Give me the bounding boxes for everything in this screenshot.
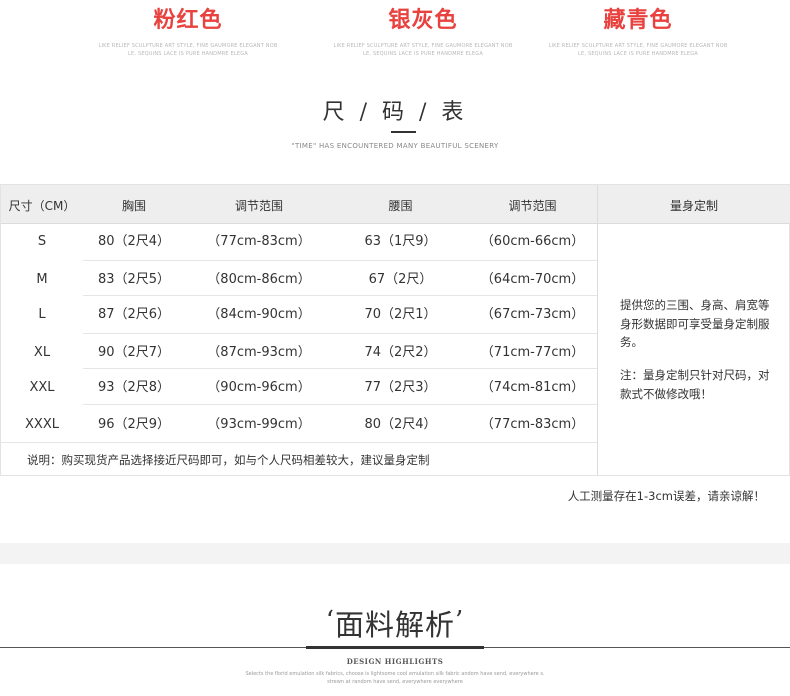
cell-bust: 96（2尺9）	[97, 417, 171, 432]
color-option-navy[interactable]: 藏青色 LIKE RELIEF SCULPTURE ART STYLE, FIN…	[528, 6, 748, 58]
color-caption-line: LIKE RELIEF SCULPTURE ART STYLE, FINE GA…	[98, 43, 278, 49]
cell-bust: 93（2尺8）	[97, 380, 171, 395]
fabric-title: ‘面料解析’	[0, 602, 790, 644]
custom-size-header: 量身定制	[597, 185, 790, 224]
description-line: strewn at random have send, everywhere e…	[327, 679, 463, 685]
size-chart-subtitle: "TIME" HAS ENCOUNTERED MANY BEAUTIFUL SC…	[291, 142, 499, 150]
color-caption-line: LIKE RELIEF SCULPTURE ART STYLE, FINE GA…	[333, 43, 513, 49]
cell-bust-range: （77cm-83cm）	[207, 234, 311, 249]
color-name: 粉红色	[153, 8, 223, 33]
cell-bust: 80（2尺4）	[97, 234, 171, 249]
custom-size-description: 提供您的三围、身高、肩宽等身形数据即可享受量身定制服务。	[620, 298, 770, 349]
custom-size-panel: 提供您的三围、身高、肩宽等身形数据即可享受量身定制服务。 注：量身定制只针对尺码…	[597, 223, 790, 475]
color-option-pink[interactable]: 粉红色 LIKE RELIEF SCULPTURE ART STYLE, FIN…	[78, 6, 298, 58]
custom-size-note: 注：量身定制只针对尺码，对款式不做修改哦！	[620, 368, 770, 401]
cell-waist: 63（1尺9）	[364, 234, 437, 249]
cell-size: XL	[33, 345, 51, 360]
cell-size: XXXL	[25, 417, 59, 432]
quote-close-mark: ’	[455, 606, 465, 636]
cell-size: L	[38, 307, 46, 322]
quote-open-mark: ‘	[325, 606, 335, 636]
cell-waist-range: （67cm-73cm）	[480, 307, 585, 322]
design-highlights-description: Selects the florid emulation silk fabric…	[0, 670, 790, 686]
cell-bust-range: （84cm-90cm）	[207, 307, 311, 322]
color-caption: LIKE RELIEF SCULPTURE ART STYLE, FINE GA…	[528, 42, 748, 58]
table-note: 说明：购买现货产品选择接近尺码即可，如与个人尺码相差较大，建议量身定制	[27, 453, 430, 467]
design-highlights-heading: DESIGN HIGHLIGHTS	[346, 657, 444, 666]
header-bust-range: 调节范围	[234, 199, 283, 213]
cell-bust-range: （80cm-86cm）	[207, 272, 311, 287]
cell-waist: 70（2尺1）	[364, 307, 437, 322]
color-caption: LIKE RELIEF SCULPTURE ART STYLE, FINE GA…	[313, 42, 533, 58]
cell-bust: 90（2尺7）	[97, 345, 171, 360]
cell-waist-range: （77cm-83cm）	[480, 417, 585, 432]
row-divider	[83, 404, 597, 405]
table-row: XXXL 96（2尺9） （93cm-99cm） 80（2尺4） （77cm-8…	[1, 406, 597, 443]
color-option-silver[interactable]: 银灰色 LIKE RELIEF SCULPTURE ART STYLE, FIN…	[313, 6, 533, 58]
cell-size: S	[37, 234, 47, 249]
color-name: 银灰色	[388, 8, 458, 33]
fabric-title-text: 面料解析	[334, 608, 455, 642]
fabric-divider-accent	[306, 646, 484, 649]
cell-waist: 74（2尺2）	[364, 345, 437, 360]
color-caption-line: LE, SEQUINS LACE IS PURE HANDMRE ELEGA	[578, 51, 698, 57]
cell-bust: 83（2尺5）	[97, 272, 171, 287]
cell-bust: 87（2尺6）	[97, 307, 171, 322]
cell-size: XXL	[29, 380, 55, 395]
table-row: XXL 93（2尺8） （90cm-96cm） 77（2尺3） （74cm-81…	[1, 369, 597, 406]
header-bust: 胸围	[121, 199, 146, 213]
table-row: XL 90（2尺7） （87cm-93cm） 74（2尺2） （71cm-77c…	[1, 334, 597, 371]
table-row: S 80（2尺4） （77cm-83cm） 63（1尺9） （60cm-66cm…	[1, 223, 597, 260]
cell-waist: 77（2尺3）	[364, 380, 437, 395]
size-chart-title: 尺 / 码 / 表	[322, 100, 468, 125]
color-options: 粉红色 LIKE RELIEF SCULPTURE ART STYLE, FIN…	[0, 0, 790, 70]
cell-bust-range: （93cm-99cm）	[207, 417, 311, 432]
table-row: L 87（2尺6） （84cm-90cm） 70（2尺1） （67cm-73cm…	[1, 296, 597, 333]
cell-waist-range: （60cm-66cm）	[480, 234, 585, 249]
header-size: 尺寸（CM）	[8, 199, 76, 213]
title-underline	[391, 131, 416, 133]
measurement-error-note: 人工测量存在1-3cm误差，请亲谅解！	[567, 489, 765, 503]
color-caption-line: LE, SEQUINS LACE IS PURE HANDMRE ELEGA	[128, 51, 248, 57]
cell-bust-range: （90cm-96cm）	[207, 380, 311, 395]
color-name: 藏青色	[603, 8, 673, 33]
row-divider	[1, 442, 597, 443]
cell-waist: 67（2尺）	[368, 272, 433, 287]
color-caption: LIKE RELIEF SCULPTURE ART STYLE, FINE GA…	[78, 42, 298, 58]
cell-bust-range: （87cm-93cm）	[207, 345, 311, 360]
table-header-row: 尺寸（CM） 胸围 调节范围 腰围 调节范围	[1, 185, 597, 224]
cell-waist-range: （71cm-77cm）	[480, 345, 585, 360]
table-row: M 83（2尺5） （80cm-86cm） 67（2尺） （64cm-70cm）	[1, 261, 597, 298]
size-table: 尺寸（CM） 胸围 调节范围 腰围 调节范围 量身定制 提供您的三围、身高、肩宽…	[0, 184, 790, 476]
cell-waist-range: （74cm-81cm）	[480, 380, 585, 395]
cell-waist: 80（2尺4）	[364, 417, 437, 432]
cell-waist-range: （64cm-70cm）	[480, 272, 585, 287]
color-caption-line: LE, SEQUINS LACE IS PURE HANDMRE ELEGA	[363, 51, 483, 57]
header-waist: 腰围	[388, 199, 413, 213]
cell-size: M	[36, 272, 48, 287]
header-waist-range: 调节范围	[508, 199, 557, 213]
section-divider-band	[0, 543, 790, 564]
color-caption-line: LIKE RELIEF SCULPTURE ART STYLE, FINE GA…	[548, 43, 728, 49]
description-line: Selects the florid emulation silk fabric…	[245, 671, 545, 677]
